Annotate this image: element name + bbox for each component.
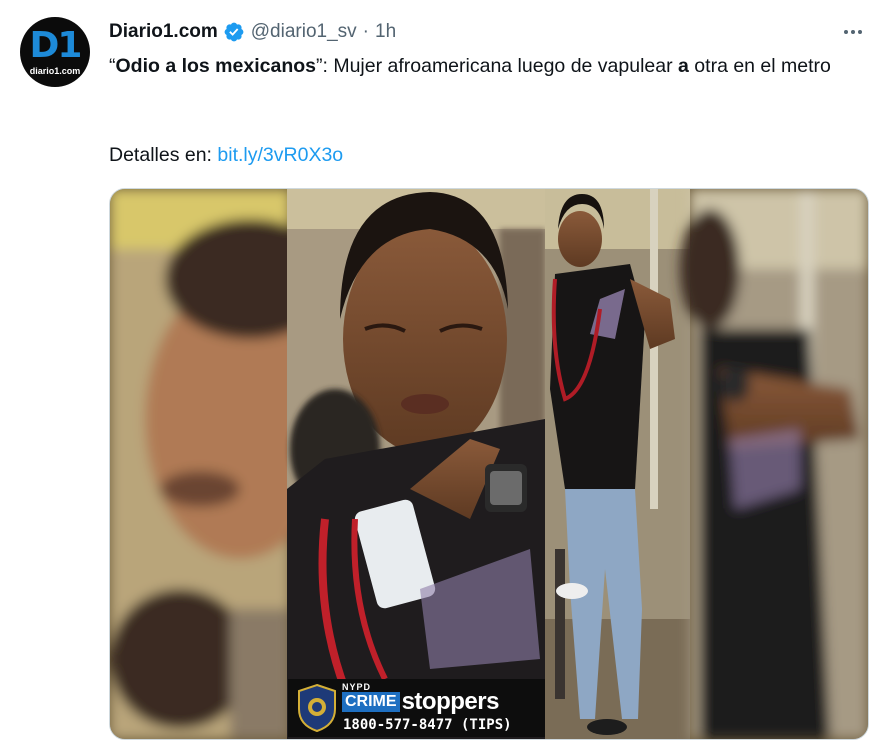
crimestoppers-stoppers: stoppers (401, 688, 500, 715)
crimestoppers-title: CRIME stoppers (342, 688, 500, 715)
media-panel-blurred-torso (680, 189, 868, 739)
crimestoppers-phone: 1800-577-8477 (TIPS) (343, 717, 512, 733)
details-link[interactable]: bit.ly/3vR0X3o (217, 144, 343, 166)
tweet-text: “Odio a los mexicanos”: Mujer afroameric… (109, 52, 859, 81)
headline-bold: Odio a los mexicanos (115, 55, 316, 77)
media-panel-face (287, 189, 545, 739)
tweet-text-bold-a: a (678, 55, 689, 77)
crimestoppers-crime: CRIME (342, 692, 400, 712)
details-line: Detalles en: bit.ly/3vR0X3o (109, 141, 343, 170)
tweet-media-image[interactable]: NYPD CRIME stoppers 1800-577-8477 (TIPS) (109, 188, 869, 740)
separator-dot: · (362, 21, 369, 42)
tweet-text-part1: : Mujer afroamericana luego de vapulear (322, 55, 679, 77)
media-panel-full-body (545, 189, 690, 739)
avatar[interactable]: D1 diario1.com (20, 17, 90, 87)
display-name[interactable]: Diario1.com (109, 21, 218, 43)
media-photo-collage (110, 189, 868, 739)
more-horizontal-icon (844, 30, 848, 34)
handle[interactable]: @diario1_sv (251, 21, 357, 43)
timestamp[interactable]: 1h (375, 21, 396, 43)
tweet-text-part2: otra en el metro (688, 55, 831, 77)
police-shield-icon (298, 683, 336, 733)
tweet-header: Diario1.com @diario1_sv · 1h (109, 20, 396, 44)
verified-badge-icon (224, 22, 244, 42)
details-label: Detalles en: (109, 144, 218, 166)
more-options-button[interactable] (838, 20, 868, 44)
crimestoppers-badge: NYPD CRIME stoppers 1800-577-8477 (TIPS) (288, 679, 545, 737)
avatar-logo-subtext: diario1.com (29, 66, 81, 76)
avatar-logo: D1 (29, 25, 83, 66)
